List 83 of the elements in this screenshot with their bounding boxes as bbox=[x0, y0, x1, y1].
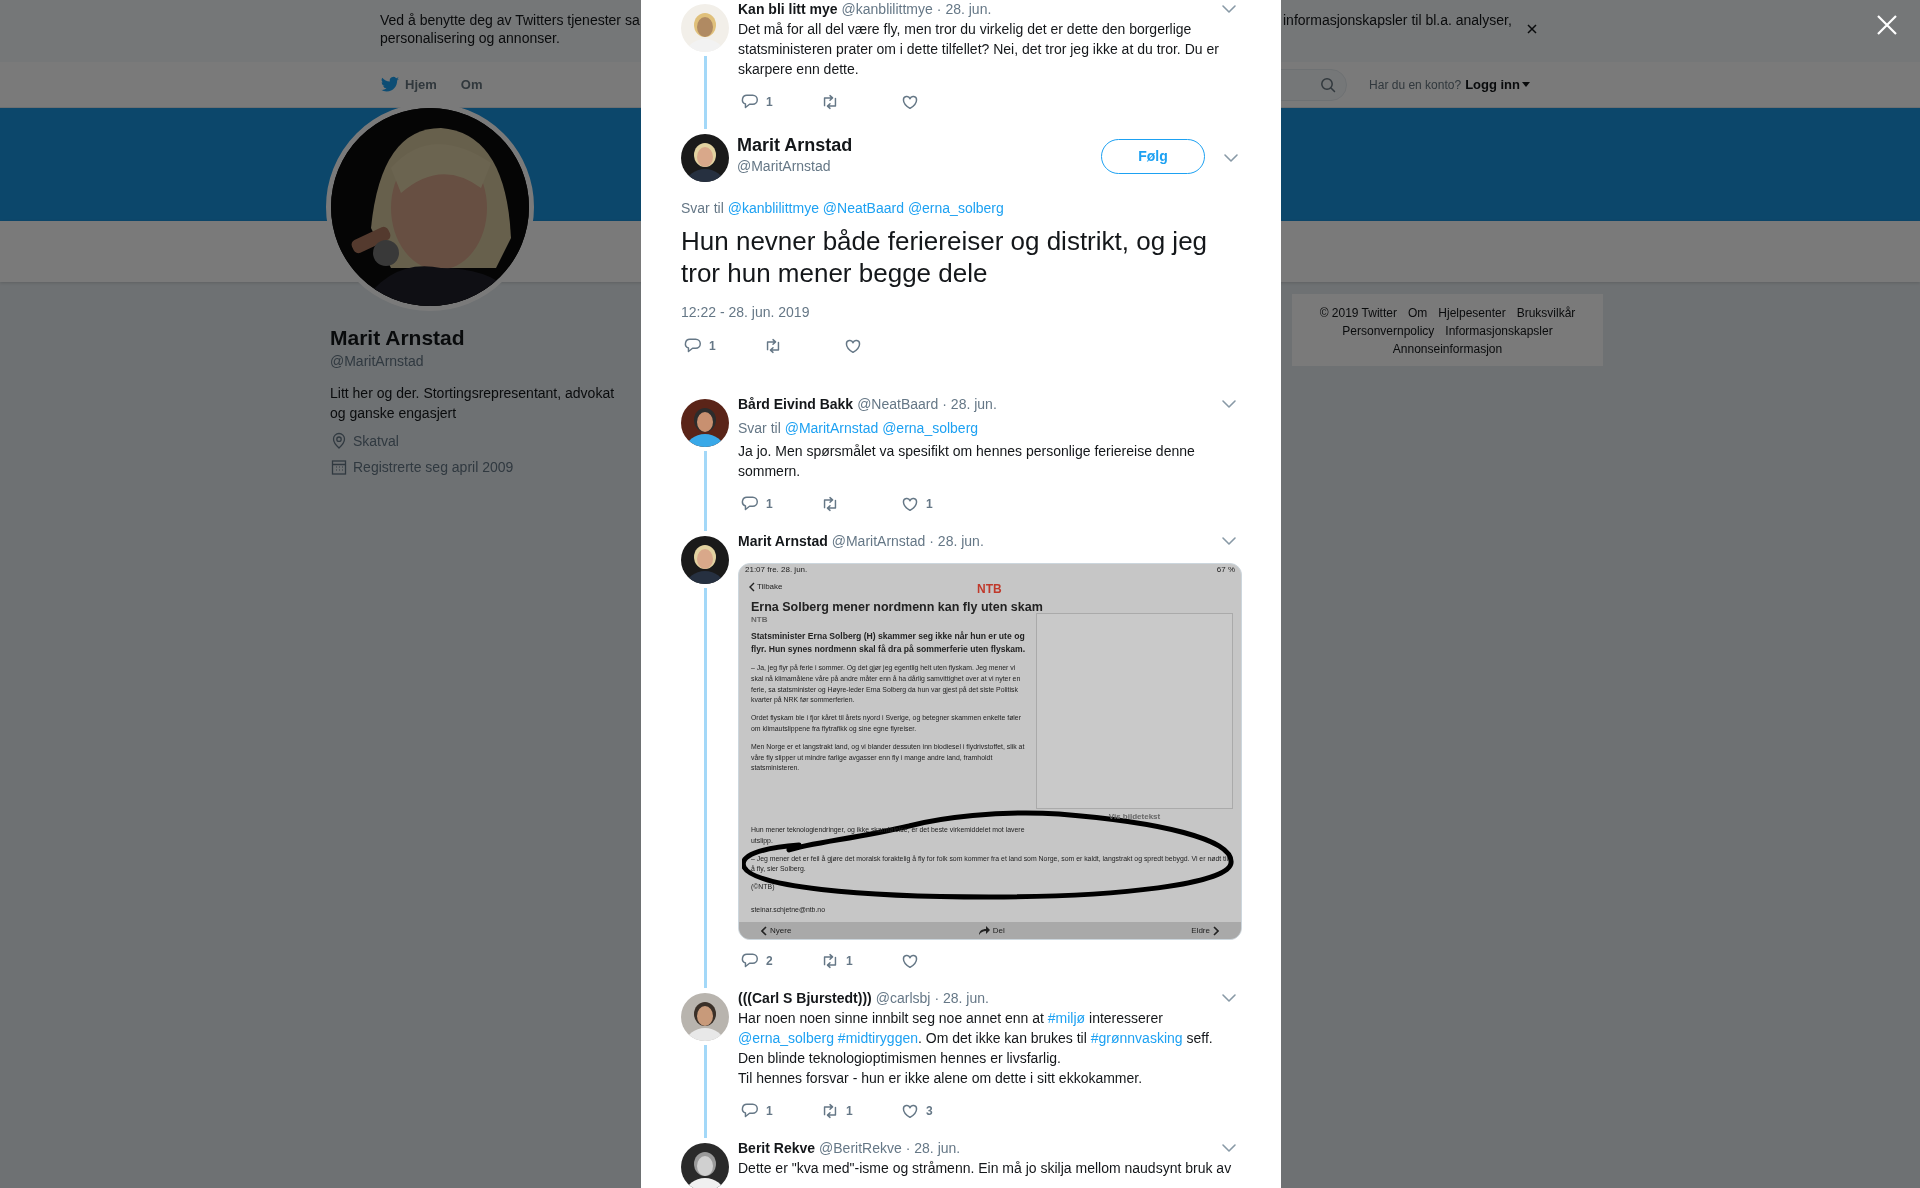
reply-button[interactable]: 1 bbox=[681, 336, 761, 356]
status-time: 21:07 fre. 28. jun. bbox=[745, 565, 808, 575]
nav-link[interactable]: Om bbox=[460, 74, 483, 95]
mention-link[interactable]: @MaritArnstad bbox=[784, 420, 879, 436]
follow-button[interactable]: Følg bbox=[1101, 139, 1205, 174]
retweet-button[interactable]: 1 bbox=[818, 1101, 898, 1121]
reply-button[interactable]: 1 bbox=[738, 1101, 818, 1121]
article-source: NTB bbox=[751, 615, 769, 625]
hashtag-link[interactable]: #miljø bbox=[1047, 1010, 1086, 1026]
footer-link[interactable]: Hjelpesenter bbox=[1438, 304, 1506, 322]
tweet-text: Dette er "kva med"-isme og stråmenn. Ein må jo skilja mellom naudsynt bruk av bbox=[738, 1159, 1233, 1178]
author-handle: @kanblilittmye bbox=[841, 0, 933, 19]
tweet-text: Har noen noen sinne innbilt seg noe annet enn at #miljø interesserer @erna_solberg #midtiryggen. Om det ikke kan brukes til #grønnvasking seff. Den blinde teknologioptimismen hennes er livsfarlig. Til hennes forsvar - hun er ikke alene om dette i sitt ekkokammer. bbox=[738, 1009, 1214, 1088]
tweet-text: Hun nevner både feriereiser og distrikt, og jeg tror hun mener begge dele bbox=[681, 225, 1209, 289]
chevron-right-icon bbox=[1213, 925, 1219, 936]
battery-level: 67 % bbox=[1216, 565, 1235, 575]
tweet-date[interactable]: · 28. jun. bbox=[934, 988, 989, 1008]
retweet-button[interactable]: 1 bbox=[818, 951, 898, 971]
tweet-date[interactable]: · 28. jun. bbox=[936, 0, 992, 19]
footer-link[interactable]: Annonseinformasjon bbox=[1392, 340, 1503, 358]
profile-bio: Litt her og der. Stortingsrepresentant, advokat og ganske engasjert bbox=[330, 384, 616, 423]
tweet-text: Ja jo. Men spørsmålet va spesifikt om hennes personlige feriereise denne sommern. bbox=[738, 442, 1196, 481]
footer-link[interactable]: Personvernpolicy bbox=[1342, 322, 1435, 340]
account-prompt: Har du en konto? bbox=[1369, 76, 1462, 94]
footer-link[interactable]: Informasjonskapsler bbox=[1445, 322, 1553, 340]
tweet-date[interactable]: · 28. jun. bbox=[942, 394, 997, 414]
reply-to-label: Svar til bbox=[738, 420, 781, 436]
toolbar-button[interactable]: Nyere bbox=[761, 924, 792, 937]
profile-handle: @MaritArnstad bbox=[330, 352, 425, 371]
mention-link[interactable]: @kanblilittmye bbox=[727, 200, 819, 216]
author-name: Bård Eivind Bakk bbox=[738, 395, 854, 414]
like-button[interactable]: 3 bbox=[898, 1101, 978, 1121]
banner-text: Ved å benytte deg av Twitters tjenester sa bbox=[380, 12, 640, 28]
author-handle: @carlsbj bbox=[875, 989, 931, 1008]
news-logo: NTB bbox=[977, 581, 1002, 598]
bird-icon bbox=[380, 75, 400, 94]
author-name: (((Carl S Bjurstedt))) bbox=[738, 989, 872, 1008]
calendar-icon bbox=[330, 458, 348, 476]
hashtag-link[interactable]: #midtiryggen bbox=[837, 1030, 918, 1046]
reply-button[interactable]: 1 bbox=[738, 494, 818, 514]
nav-link[interactable]: Hjem bbox=[380, 74, 437, 95]
profile-location: Skatval bbox=[353, 432, 399, 451]
reply-button[interactable]: 1 bbox=[738, 92, 818, 112]
footer-link[interactable]: Om bbox=[1407, 304, 1428, 322]
author-handle: @MaritArnstad bbox=[831, 532, 926, 551]
reply-to-label: Svar til bbox=[681, 200, 724, 216]
back-link[interactable]: Tilbake bbox=[749, 581, 783, 593]
footer-link[interactable]: Bruksvilkår bbox=[1516, 304, 1576, 322]
article-title: Erna Solberg mener nordmenn kan fly uten skam bbox=[750, 599, 1044, 615]
author-handle: @MaritArnstad bbox=[737, 157, 832, 176]
chevron-left-icon bbox=[761, 925, 767, 936]
mention-link[interactable]: @NeatBaard bbox=[822, 200, 904, 216]
share-arrow-icon bbox=[977, 926, 990, 935]
toolbar-button[interactable]: Eldre bbox=[1191, 924, 1219, 937]
banner-text: personalisering og annonser. bbox=[380, 30, 560, 46]
location-pin-icon bbox=[330, 432, 348, 450]
banner-text: informasjonskapsler til bl.a. analyser, bbox=[1283, 11, 1512, 29]
search-icon[interactable] bbox=[1320, 76, 1337, 93]
tweet-date[interactable]: · 28. jun. bbox=[929, 531, 984, 551]
tweet-timestamp: 12:22 - 28. jun. 2019 bbox=[681, 303, 811, 322]
mention-link[interactable]: @erna_solberg bbox=[907, 200, 1004, 216]
author-name: Kan bli litt mye bbox=[738, 0, 838, 19]
author-name: Marit Arnstad bbox=[737, 134, 853, 156]
author-name: Berit Rekve bbox=[738, 1139, 816, 1158]
hashtag-link[interactable]: #grønnvasking bbox=[1090, 1030, 1183, 1046]
profile-joined-date: Registrerte seg april 2009 bbox=[353, 458, 514, 477]
tweet-date[interactable]: · 28. jun. bbox=[905, 1138, 961, 1158]
close-icon[interactable] bbox=[1527, 24, 1537, 34]
author-handle: @NeatBaard bbox=[857, 395, 939, 414]
footer-link[interactable]: © 2019 Twitter bbox=[1319, 304, 1397, 322]
login-link[interactable]: Logg inn bbox=[1465, 74, 1530, 95]
tweet-text: Det må for all del være fly, men tror du virkelig det er dette den borgerlige statsministeren prater om i dette tilfellet? Nei, det tror jeg ikke at du tror. Du er skarpere enn dette. bbox=[738, 20, 1220, 79]
like-button[interactable]: 1 bbox=[898, 494, 978, 514]
chevron-left-icon bbox=[749, 582, 755, 592]
caret-icon bbox=[1522, 82, 1530, 87]
article-lead: Statsminister Erna Solberg (H) skammer seg ikke når hun er ute og flyr. Hun synes nordmenn skal få dra på sommerferie uten flyskam. bbox=[751, 630, 1027, 656]
mention-link[interactable]: @erna_solberg bbox=[738, 1030, 834, 1046]
reply-button[interactable]: 2 bbox=[738, 951, 818, 971]
author-name: Marit Arnstad bbox=[738, 532, 828, 551]
toolbar-button[interactable]: Del bbox=[977, 924, 1005, 937]
mention-link[interactable]: @erna_solberg bbox=[882, 420, 979, 436]
profile-name: Marit Arnstad bbox=[330, 325, 466, 351]
author-handle: @BeritRekve bbox=[819, 1139, 902, 1158]
